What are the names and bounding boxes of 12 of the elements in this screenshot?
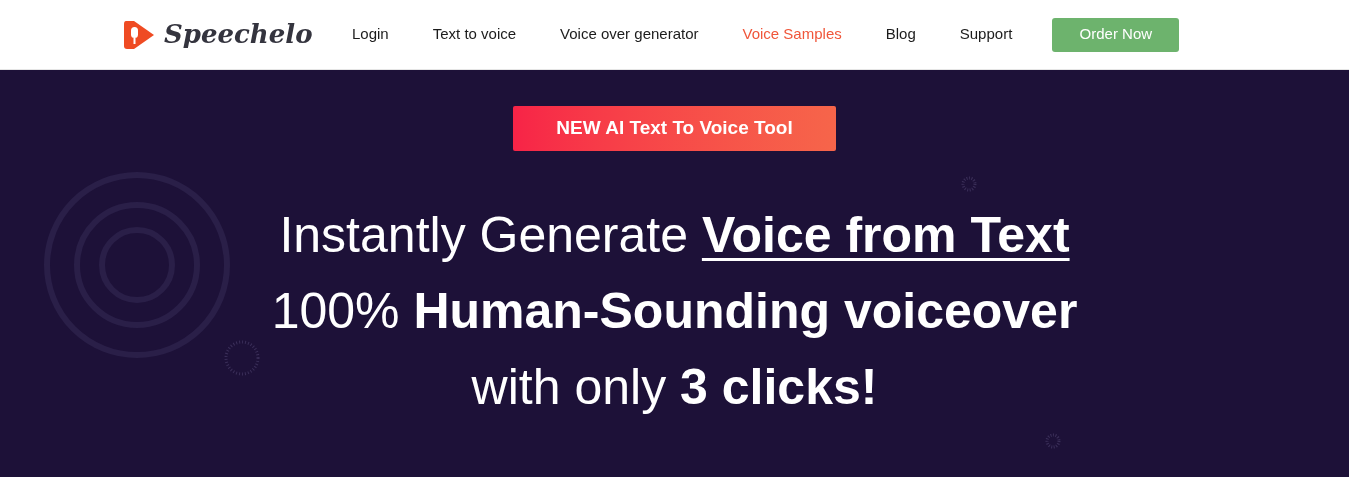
logo-text: Speechelo — [164, 18, 313, 51]
badge[interactable]: NEW AI Text To Voice Tool — [513, 106, 836, 151]
nav-link[interactable]: Voice Samples — [742, 23, 842, 46]
dotted-ring-decoration — [222, 338, 262, 378]
nav-link[interactable]: Login — [352, 23, 389, 46]
headline: Instantly Generate Voice from Text 100% Human-Sounding voiceover with only 3 clicks! — [271, 206, 1078, 417]
nav-link[interactable]: Voice over generator — [560, 23, 699, 46]
nav-link[interactable]: Text to voice — [432, 23, 517, 46]
nav-link[interactable]: Blog — [885, 23, 916, 46]
dotted-ring-decoration — [961, 176, 977, 192]
nav-link[interactable]: Support — [959, 23, 1013, 46]
dotted-ring-decoration — [1045, 433, 1061, 449]
